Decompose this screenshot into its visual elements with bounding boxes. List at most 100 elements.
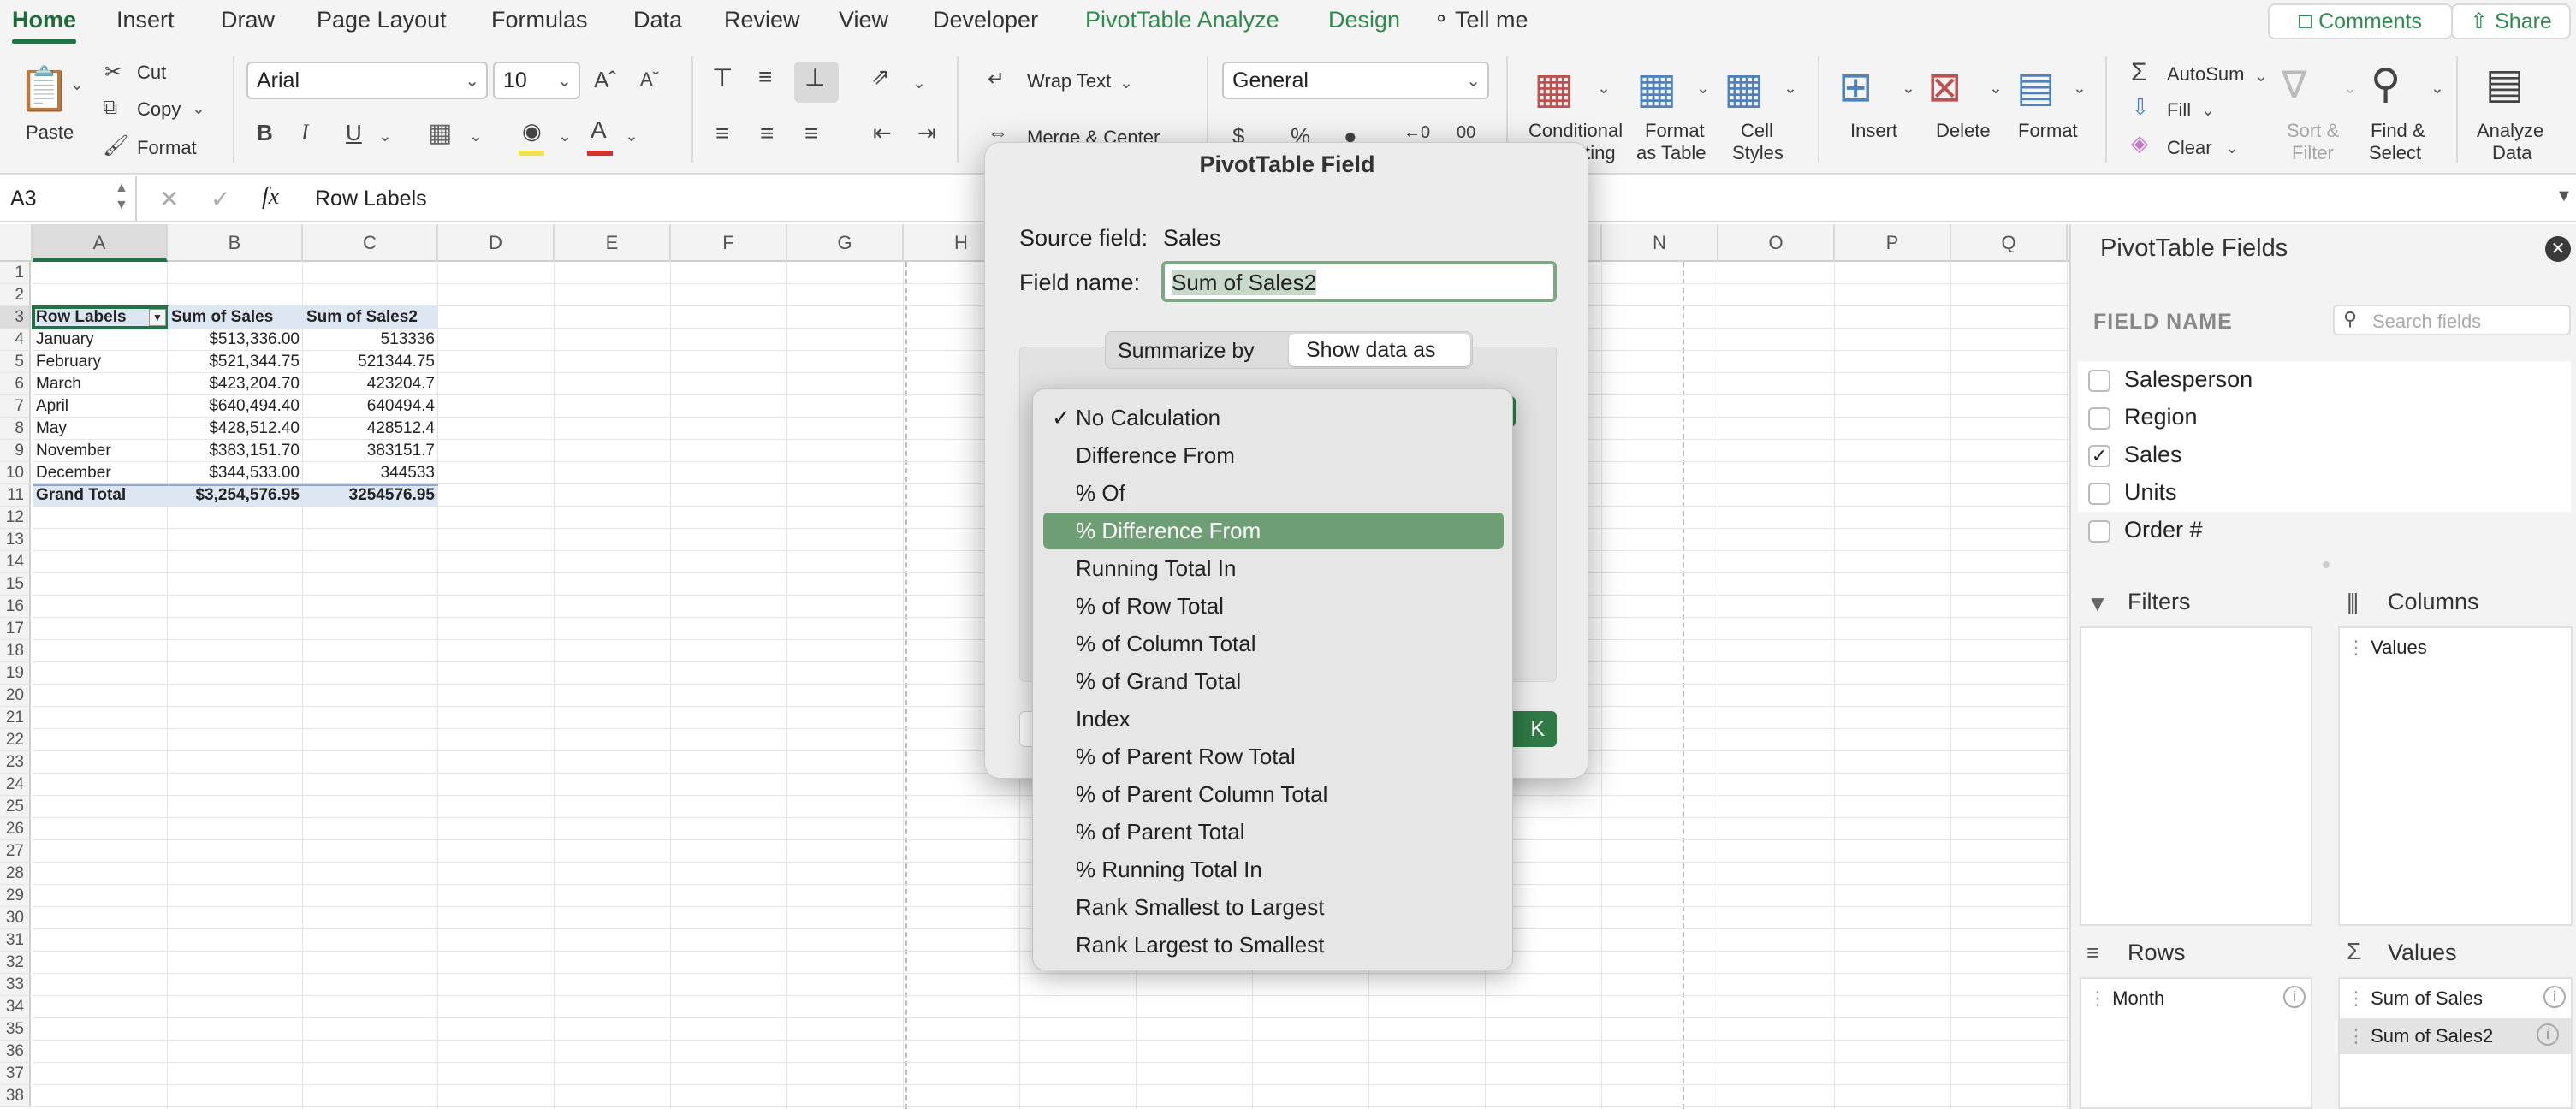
row-header[interactable]: 19	[0, 662, 31, 685]
row-header[interactable]: 11	[0, 484, 31, 507]
sort-filter-icon[interactable]: ∇	[2282, 63, 2306, 107]
column-header[interactable]: C	[303, 224, 438, 262]
find-select-label-2[interactable]: Select	[2369, 142, 2421, 164]
analyze-data-icon[interactable]: ▤	[2485, 60, 2524, 108]
tab-insert[interactable]: Insert	[116, 7, 175, 33]
paste-dropdown-icon[interactable]: ⌄	[70, 75, 84, 95]
pivot-row-labels-header[interactable]: Row Labels	[32, 305, 169, 329]
tab-developer[interactable]: Developer	[933, 7, 1038, 33]
column-header[interactable]: G	[787, 224, 904, 262]
fill-dropdown-icon[interactable]: ⌄	[2201, 101, 2215, 121]
clear-dropdown-icon[interactable]: ⌄	[2225, 139, 2239, 158]
row-header[interactable]: 6	[0, 373, 31, 395]
row-header[interactable]: 25	[0, 796, 31, 818]
cell-styles-icon[interactable]: ▦	[1724, 63, 1764, 113]
insert-cells-button[interactable]: Insert	[1850, 120, 1897, 142]
row-header[interactable]: 32	[0, 952, 31, 974]
menu-item[interactable]: % Running Total In	[1043, 851, 1504, 887]
analyze-data-label-2[interactable]: Data	[2492, 142, 2531, 164]
info-icon[interactable]: i	[2543, 986, 2566, 1008]
pivot-value-cell[interactable]: 513336	[303, 329, 438, 351]
align-right-icon[interactable]: ≡	[804, 120, 818, 147]
menu-item[interactable]: % Of	[1043, 475, 1504, 511]
pivot-row-label[interactable]: December	[33, 462, 168, 484]
orientation-dropdown-icon[interactable]: ⌄	[912, 74, 926, 93]
row-header[interactable]: 28	[0, 863, 31, 885]
cut-button[interactable]: Cut	[137, 62, 166, 84]
tab-formulas[interactable]: Formulas	[491, 7, 588, 33]
row-header[interactable]: 21	[0, 707, 31, 729]
row-header[interactable]: 30	[0, 907, 31, 929]
name-box-stepper-icon[interactable]: ▲ ▼	[115, 180, 128, 214]
increase-decimal-icon[interactable]: ←0	[1404, 123, 1430, 143]
pivot-value-cell[interactable]: 423204.7	[303, 373, 438, 395]
row-header[interactable]: 34	[0, 996, 31, 1018]
align-left-icon[interactable]: ≡	[715, 120, 729, 147]
pivot-row-label[interactable]: April	[33, 395, 168, 418]
find-select-icon[interactable]: ⚲	[2371, 60, 2401, 108]
menu-item[interactable]: % of Parent Row Total	[1043, 738, 1504, 774]
filter-dropdown-icon[interactable]: ▼	[149, 309, 166, 326]
menu-item[interactable]: Running Total In	[1043, 550, 1504, 586]
row-header[interactable]: 1	[0, 262, 31, 284]
pivot-column-header[interactable]: Sum of Sales2	[303, 306, 438, 329]
field-checkbox[interactable]	[2088, 483, 2110, 505]
row-header[interactable]: 14	[0, 551, 31, 573]
values-item-selected[interactable]: ⋮ Sum of Sales2 i	[2340, 1018, 2571, 1054]
format-as-table-label-2[interactable]: as Table	[1636, 142, 1706, 164]
column-header[interactable]: E	[555, 224, 671, 262]
pivot-value-cell[interactable]: $423,204.70	[168, 373, 303, 395]
row-header[interactable]: 9	[0, 440, 31, 462]
find-select-dropdown-icon[interactable]: ⌄	[2431, 79, 2444, 98]
column-header[interactable]: B	[168, 224, 303, 262]
row-header[interactable]: 15	[0, 573, 31, 596]
name-box[interactable]: A3 ▲ ▼	[0, 176, 137, 221]
delete-cells-button[interactable]: Delete	[1936, 120, 1991, 142]
comments-button[interactable]: □ Comments	[2268, 3, 2453, 39]
tab-home[interactable]: Home	[12, 7, 77, 44]
info-icon[interactable]: i	[2283, 986, 2306, 1008]
sort-filter-dropdown-icon[interactable]: ⌄	[2343, 79, 2357, 98]
format-cells-icon[interactable]: ▤	[2016, 63, 2055, 111]
row-header[interactable]: 27	[0, 840, 31, 863]
wrap-text-button[interactable]: Wrap Text	[1027, 70, 1111, 92]
delete-cells-icon[interactable]: ⊠	[1927, 63, 1962, 111]
paste-button[interactable]: Paste	[26, 122, 74, 144]
pivot-row-label[interactable]: January	[33, 329, 168, 351]
pivot-value-cell[interactable]: 521344.75	[303, 351, 438, 373]
column-header[interactable]: N	[1602, 224, 1718, 262]
row-header[interactable]: 23	[0, 751, 31, 774]
menu-item[interactable]: % Difference From	[1043, 513, 1504, 549]
pivot-column-header[interactable]: Sum of Sales	[168, 306, 303, 329]
format-cells-button[interactable]: Format	[2018, 120, 2078, 142]
row-header[interactable]: 2	[0, 284, 31, 306]
pivot-grand-total-value[interactable]: 3254576.95	[303, 484, 438, 507]
fill-color-icon[interactable]: ◉	[522, 118, 542, 145]
row-header[interactable]: 17	[0, 618, 31, 640]
copy-dropdown-icon[interactable]: ⌄	[192, 99, 205, 119]
row-header[interactable]: 37	[0, 1063, 31, 1085]
insert-cells-icon[interactable]: ⊞	[1838, 63, 1873, 111]
row-header[interactable]: 29	[0, 885, 31, 907]
decrease-indent-icon[interactable]: ⇤	[873, 120, 892, 146]
borders-dropdown-icon[interactable]: ⌄	[469, 127, 483, 146]
row-header[interactable]: 31	[0, 929, 31, 952]
cell-styles-label-2[interactable]: Styles	[1732, 142, 1784, 164]
number-format-select[interactable]: General ⌄	[1222, 62, 1489, 99]
row-header[interactable]: 26	[0, 818, 31, 840]
row-header[interactable]: 33	[0, 974, 31, 996]
column-header[interactable]: D	[438, 224, 555, 262]
cancel-formula-icon[interactable]: ✕	[159, 185, 179, 213]
tab-draw[interactable]: Draw	[221, 7, 275, 33]
row-header[interactable]: 12	[0, 507, 31, 529]
field-checkbox[interactable]	[2088, 407, 2110, 430]
italic-button[interactable]: I	[301, 120, 309, 145]
row-header[interactable]: 20	[0, 685, 31, 707]
fill-color-dropdown-icon[interactable]: ⌄	[558, 127, 572, 146]
wrap-text-dropdown-icon[interactable]: ⌄	[1119, 74, 1133, 93]
menu-item[interactable]: Rank Largest to Smallest	[1043, 927, 1504, 963]
tab-data[interactable]: Data	[633, 7, 682, 33]
bold-button[interactable]: B	[257, 120, 273, 146]
column-header[interactable]: P	[1835, 224, 1951, 262]
font-color-icon[interactable]: A	[591, 116, 607, 144]
